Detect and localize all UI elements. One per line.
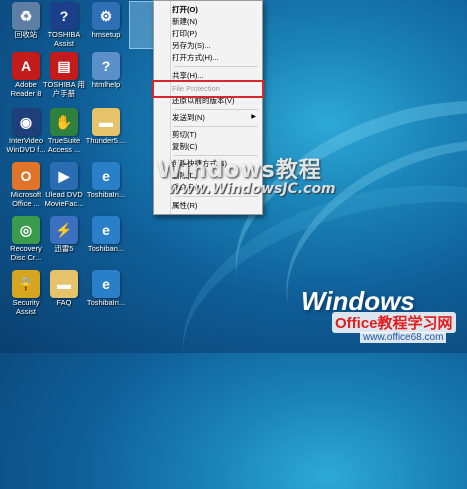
desktop-icon[interactable]: ⚙ hmsetup [83,2,129,40]
recycle-bin-icon: ♻ [12,2,40,30]
desktop-icon[interactable]: e ToshibaIn... [83,270,129,308]
menu-separator [174,126,258,127]
desktop-icon[interactable]: ✋ TrueSuite Access ... [41,108,87,154]
desktop-icon-label: Thunder5.... [85,136,127,145]
office-icon: O [12,162,40,190]
office-brand-watermark: Office教程学习网 [332,312,456,333]
watermark-title: Windows教程 [157,158,322,183]
menu-copy[interactable]: 复制(C) [172,141,258,152]
menu-save-as[interactable]: 另存为(S)... [172,40,258,51]
menu-separator [174,109,258,110]
desktop-icon-label: TrueSuite Access ... [47,136,81,154]
xunlei-icon: ⚡ [50,216,78,244]
desktop-icons: ♻ 回收站? TOSHIBA Assist ⚙ hmsetup A Adobe Reader… [0,0,150,353]
watermark-url: www.WindowsJC.com [168,181,336,197]
thunder-folder-icon: ▬ [92,108,120,136]
desktop-icon[interactable]: e ToshibaIn... [83,162,129,200]
desktop-icon[interactable]: ▬ Thunder5.... [83,108,129,146]
menu-print[interactable]: 打印(P) [172,28,258,39]
desktop-icon[interactable]: ? htmlhelp [83,52,129,90]
desktop-icon-label: Ulead DVD MovieFac... [44,190,84,208]
faq-folder-icon: ▬ [50,270,78,298]
menu-open-with[interactable]: 打开方式(H)... [172,52,258,63]
toshiba-manual-icon: ▤ [50,52,78,80]
desktop-icon-label: TOSHIBA Assist [47,30,81,48]
desktop-icon[interactable]: ⚡ 迅雷5 [41,216,87,254]
ulead-icon: ▶ [50,162,78,190]
menu-send-to[interactable]: 发送到(N) ▶ [172,112,258,123]
adobe-reader-icon: A [12,52,40,80]
security-assist-icon: 🔒 [12,270,40,298]
toshiba-assist-icon: ? [50,2,78,30]
desktop-icon-label: ToshibaIn... [86,190,126,199]
desktop-icon[interactable]: ▤ TOSHIBA 用户手册 [41,52,87,98]
hmsetup-icon: ⚙ [92,2,120,30]
htmlhelp-icon: ? [92,52,120,80]
highlight-box [152,80,264,98]
desktop-icon[interactable]: e Toshiban... [83,216,129,254]
office-url-watermark: www.office68.com [360,332,447,343]
desktop-icon[interactable]: ▶ Ulead DVD MovieFac... [41,162,87,208]
recovery-disc-icon: ◎ [12,216,40,244]
desktop-icon-label: Toshiban... [87,244,125,253]
desktop-icon[interactable]: ▬ FAQ [41,270,87,308]
truesuite-icon: ✋ [50,108,78,136]
menu-new[interactable]: 新建(N) [172,16,258,27]
toshiba-ie-icon: e [92,162,120,190]
desktop-icon-label: 迅雷5 [54,244,74,253]
windvd-icon: ◉ [12,108,40,136]
menu-separator [174,66,258,67]
toshiba-ie3-icon: e [92,270,120,298]
desktop-icon-label: TOSHIBA 用户手册 [43,80,85,98]
desktop-icon-label: hmsetup [91,30,121,39]
desktop-icon-label: FAQ [56,298,72,307]
selected-file[interactable] [129,1,155,49]
desktop-icon-label: htmlhelp [91,80,121,89]
menu-send-to-label: 发送到(N) [172,113,205,122]
desktop-icon[interactable]: ? TOSHIBA Assist [41,2,87,48]
toshiba-ie2-icon: e [92,216,120,244]
menu-properties[interactable]: 属性(R) [172,200,258,211]
desktop-icon-label: ToshibaIn... [86,298,126,307]
submenu-arrow-icon: ▶ [251,114,256,120]
menu-cut[interactable]: 剪切(T) [172,129,258,140]
menu-open[interactable]: 打开(O) [172,4,258,15]
